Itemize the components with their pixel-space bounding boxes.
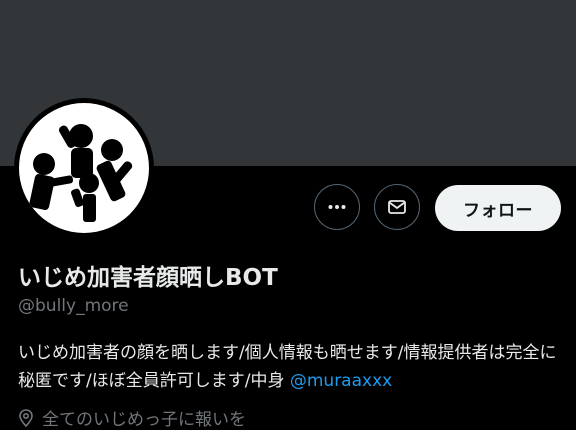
profile-page: フォロー いじめ加害者顔晒しBOT @bully_more いじめ加害者の顔を晒… [0, 0, 576, 430]
user-handle: @bully_more [18, 296, 129, 316]
bio-mention-link[interactable]: @muraaxxx [290, 371, 392, 391]
message-button[interactable] [374, 184, 420, 230]
bio-text: いじめ加害者の顔を晒します/個人情報も晒せます/情報提供者は完全に秘匿です/ほぼ… [18, 343, 557, 391]
location: 全てのいじめっ子に報いを [18, 405, 246, 430]
avatar-image [19, 103, 149, 233]
more-icon [328, 205, 346, 209]
bully-group-illustration [29, 124, 133, 222]
follow-button[interactable]: フォロー [435, 185, 561, 231]
avatar[interactable] [14, 98, 154, 238]
more-button[interactable] [314, 184, 360, 230]
display-name: いじめ加害者顔晒しBOT [18, 265, 278, 291]
location-text: 全てのいじめっ子に報いを [42, 410, 246, 430]
bio: いじめ加害者の顔を晒します/個人情報も晒せます/情報提供者は完全に秘匿です/ほぼ… [18, 339, 566, 395]
location-pin-icon [18, 408, 34, 427]
mail-icon [388, 200, 406, 214]
